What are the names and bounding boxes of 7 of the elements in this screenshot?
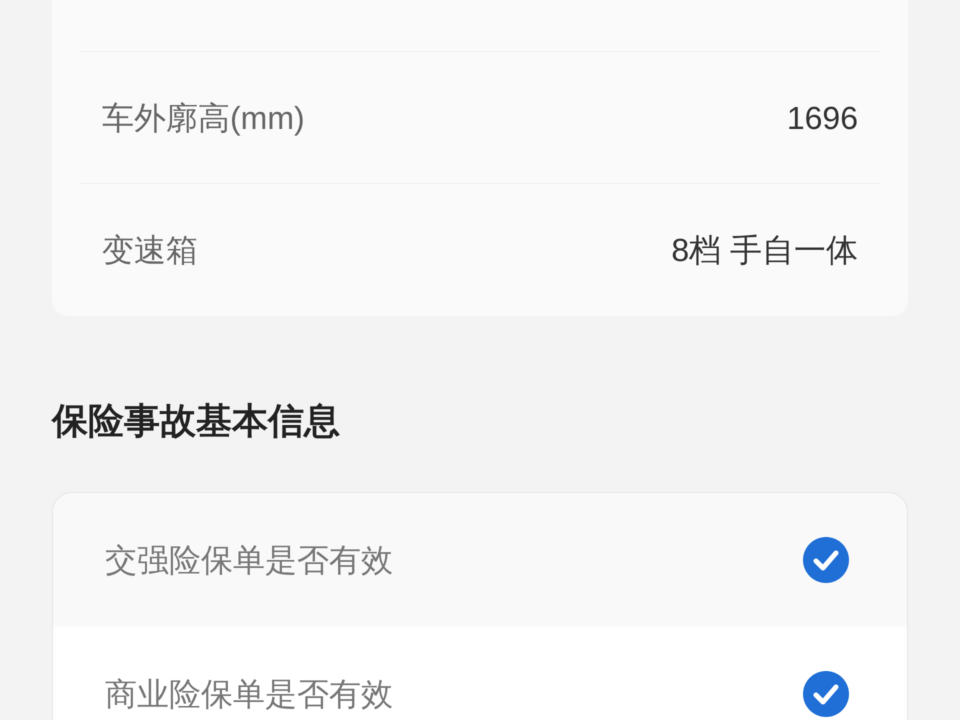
spec-label: 车外廓高(mm)	[102, 98, 305, 138]
section-title: 保险事故基本信息	[52, 400, 340, 441]
spec-value: 1696	[786, 98, 858, 138]
spec-label: 变速箱	[102, 231, 198, 270]
spec-value: 8档 手自一体	[671, 231, 858, 270]
insurance-label: 交强险保单是否有效	[105, 541, 393, 580]
insurance-label: 商业险保单是否有效	[105, 675, 393, 714]
